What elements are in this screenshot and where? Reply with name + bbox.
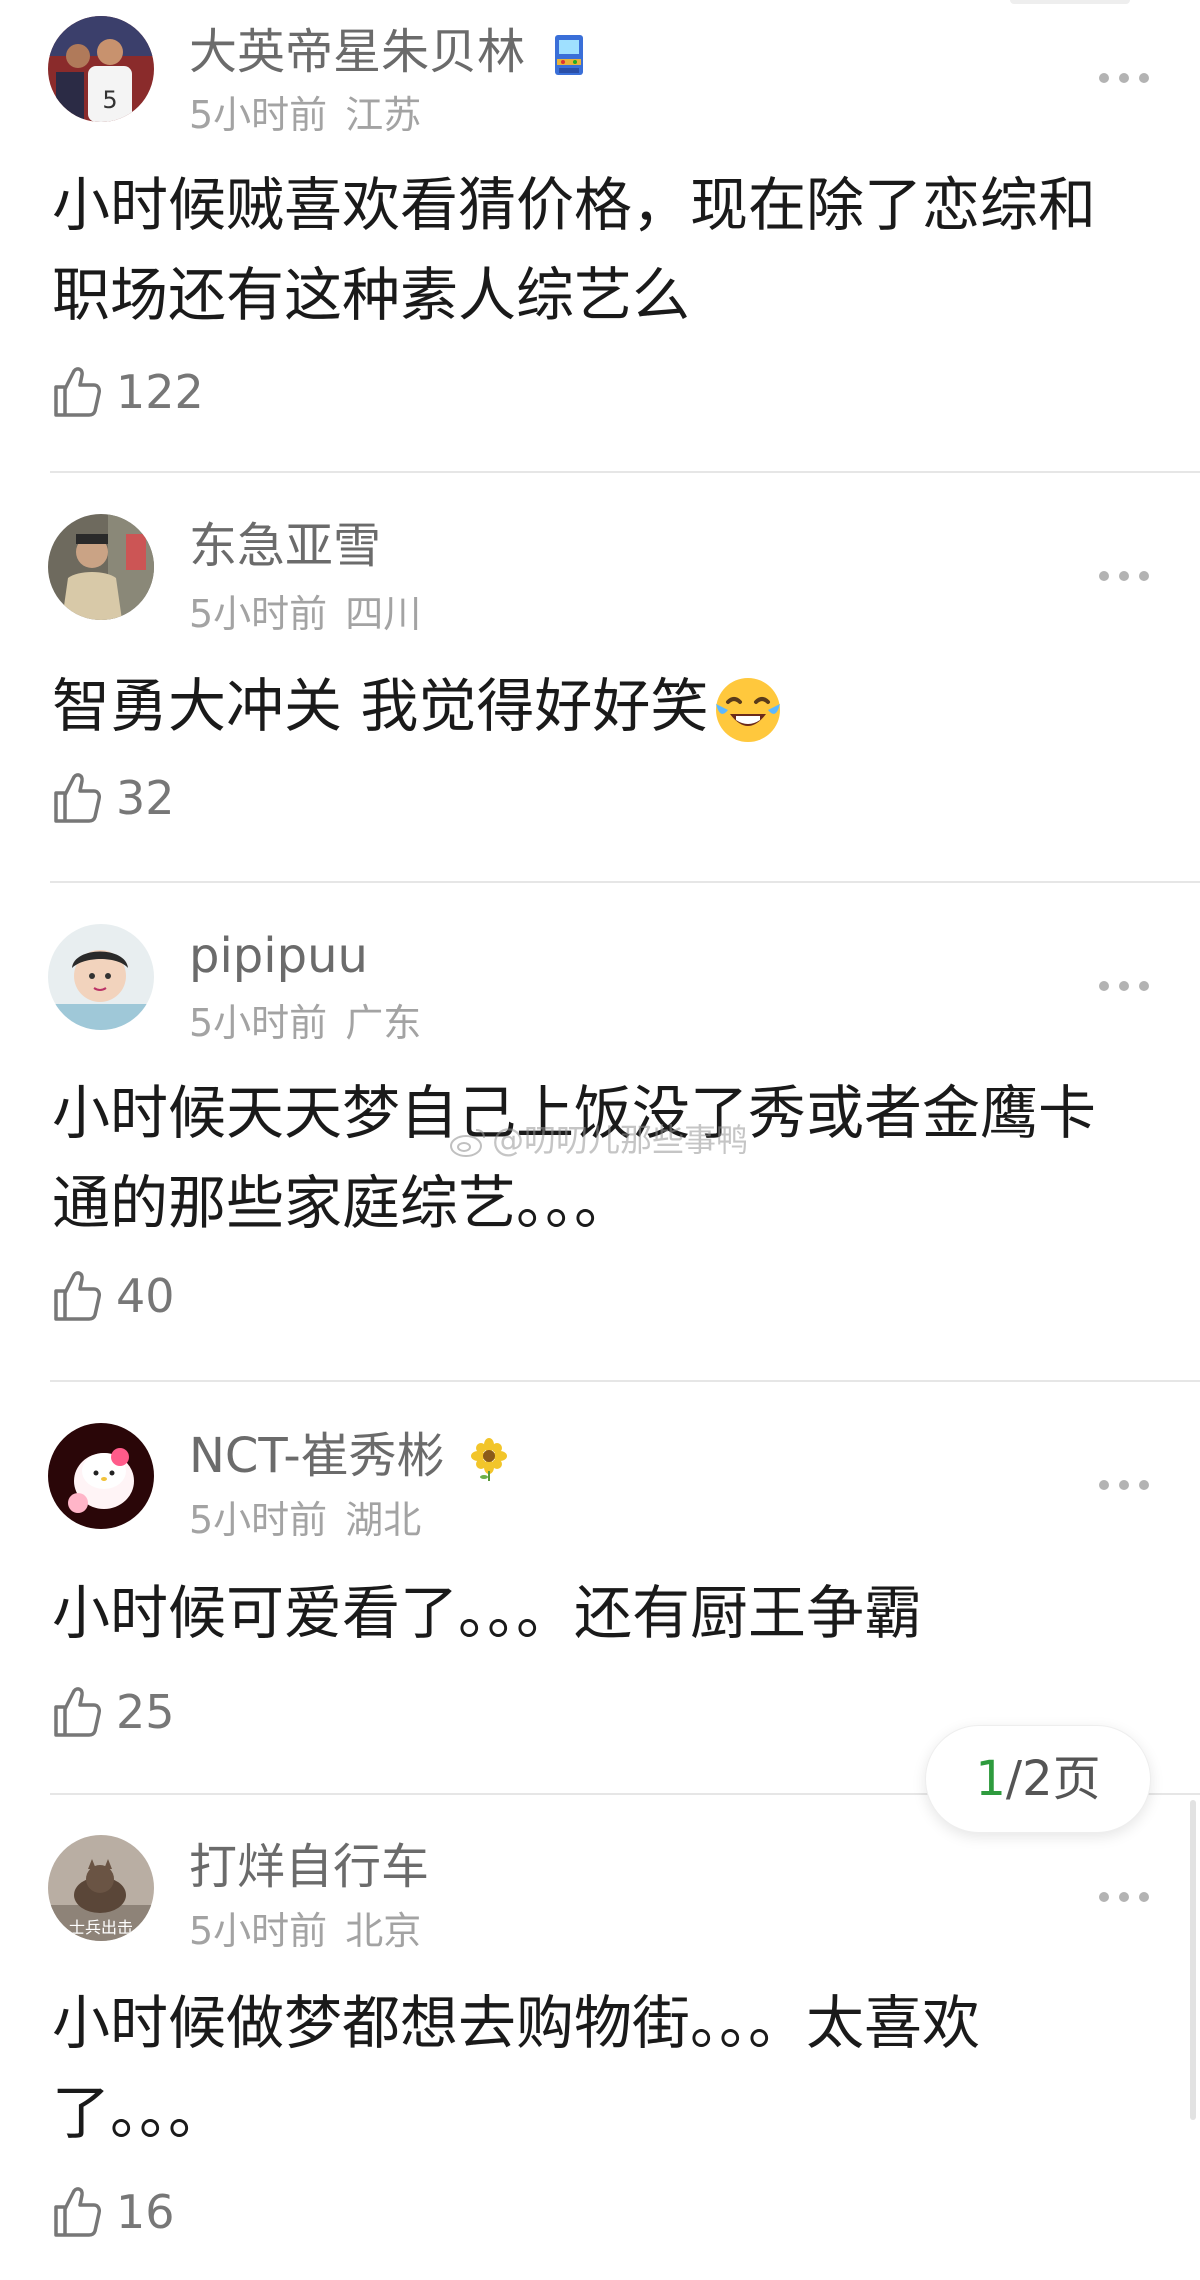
more-options-button[interactable] — [1096, 556, 1152, 596]
username[interactable]: 大英帝星朱贝林 — [189, 24, 591, 80]
avatar-caption: 士兵出击 — [69, 1918, 133, 1937]
comment-text-line: 通的那些家庭综艺。。。 — [52, 1169, 633, 1237]
avatar[interactable] — [48, 924, 154, 1030]
more-options-button[interactable] — [1096, 58, 1152, 98]
more-dots-icon — [1099, 73, 1149, 83]
comment-time: 5小时前 — [189, 1001, 328, 1045]
username-text: pipipuu — [189, 928, 368, 984]
comment-text-line: 职场还有这种素人综艺么 — [52, 261, 691, 329]
more-dots-icon — [1099, 1480, 1149, 1490]
more-dots-icon — [1099, 981, 1149, 991]
like-count: 40 — [116, 1269, 175, 1323]
like-count: 25 — [116, 1685, 175, 1739]
watermark: @叨叨儿那些事鸭 — [448, 1120, 748, 1160]
thumbs-up-icon — [52, 1685, 102, 1739]
tears-of-joy-emoji — [712, 674, 784, 746]
svg-text:5: 5 — [102, 86, 117, 114]
comment-location: 湖北 — [345, 1498, 422, 1542]
sunflower-icon — [467, 1437, 511, 1481]
comment-text-line: 小时候做梦都想去购物街。。。太喜欢 — [52, 1989, 981, 2057]
like-button[interactable]: 32 — [52, 770, 175, 830]
comment-time: 5小时前 — [189, 1498, 328, 1542]
current-page: 1 — [975, 1751, 1006, 1807]
more-dots-icon — [1099, 571, 1149, 581]
divider — [50, 1380, 1200, 1382]
comment-text: 小时候可爱看了。。。还有厨王争霸 — [52, 1568, 1162, 1658]
weibo-logo-icon — [448, 1126, 488, 1158]
total-pages: /2页 — [1005, 1751, 1101, 1807]
comment-location: 北京 — [345, 1909, 422, 1953]
comment-text-line: 小时候可爱看了。。。还有厨王争霸 — [52, 1579, 923, 1647]
thumbs-up-icon — [52, 771, 102, 825]
like-count: 16 — [116, 2185, 175, 2239]
arcade-machine-icon — [547, 33, 591, 77]
comment-text: 小时候贼喜欢看猜价格，现在除了恋综和 职场还有这种素人综艺么 — [52, 160, 1162, 340]
like-count: 32 — [116, 771, 175, 825]
like-button[interactable]: 25 — [52, 1684, 175, 1744]
watermark-text: @叨叨儿那些事鸭 — [492, 1121, 749, 1159]
comment-location: 广东 — [345, 1001, 422, 1045]
comment-text-line: 小时候贼喜欢看猜价格，现在除了恋综和 — [52, 171, 1097, 239]
like-button[interactable]: 40 — [52, 1268, 175, 1328]
avatar[interactable]: 士兵出击 — [48, 1835, 154, 1941]
thumbs-up-icon — [52, 1269, 102, 1323]
comment-meta: 5小时前 江苏 — [189, 93, 421, 137]
divider — [50, 881, 1200, 883]
username[interactable]: 打烊自行车 — [189, 1839, 429, 1895]
username[interactable]: NCT-崔秀彬 — [189, 1428, 511, 1484]
divider — [50, 471, 1200, 473]
comment-meta: 5小时前 四川 — [189, 592, 421, 636]
page-indicator[interactable]: 1/2页 — [925, 1725, 1151, 1833]
username[interactable]: pipipuu — [189, 928, 368, 984]
comment-time: 5小时前 — [189, 592, 328, 636]
username[interactable]: 东急亚雪 — [189, 518, 381, 574]
more-dots-icon — [1099, 1892, 1149, 1902]
username-text: NCT-崔秀彬 — [189, 1428, 445, 1484]
comment-text-line: 智勇大冲关 我觉得好好笑 — [52, 661, 1162, 751]
comment-meta: 5小时前 湖北 — [189, 1498, 421, 1542]
top-edge-strip — [1010, 0, 1130, 4]
more-options-button[interactable] — [1096, 966, 1152, 1006]
more-options-button[interactable] — [1096, 1877, 1152, 1917]
scrollbar[interactable] — [1190, 1800, 1196, 2120]
comment-time: 5小时前 — [189, 93, 328, 137]
username-text: 东急亚雪 — [189, 518, 382, 574]
thumbs-up-icon — [52, 365, 102, 419]
more-options-button[interactable] — [1096, 1465, 1152, 1505]
like-button[interactable]: 122 — [52, 364, 204, 424]
comment-text: 小时候做梦都想去购物街。。。太喜欢 了。。。 — [52, 1978, 1162, 2158]
username-text: 大英帝星朱贝林 — [189, 24, 526, 80]
avatar[interactable] — [48, 514, 154, 620]
comment-text: 智勇大冲关 我觉得好好笑 — [52, 661, 1162, 751]
comment-time: 5小时前 — [189, 1909, 328, 1953]
comment-text-line: 了。。。 — [52, 2079, 227, 2147]
like-button[interactable]: 16 — [52, 2184, 175, 2244]
comment-location: 四川 — [345, 592, 422, 636]
comment-meta: 5小时前 广东 — [189, 1001, 421, 1045]
comment-meta: 5小时前 北京 — [189, 1909, 421, 1953]
comment-text-content: 智勇大冲关 我觉得好好笑 — [52, 672, 709, 740]
comment-location: 江苏 — [345, 93, 422, 137]
username-text: 打烊自行车 — [189, 1839, 430, 1895]
avatar[interactable]: 5 — [48, 16, 154, 122]
like-count: 122 — [116, 365, 204, 419]
avatar[interactable] — [48, 1423, 154, 1529]
comment-feed: 5 大英帝星朱贝林 5小时前 江苏 小时候贼喜欢看猜价格，现在除了恋综和 职场还… — [0, 0, 1200, 2280]
thumbs-up-icon — [52, 2185, 102, 2239]
